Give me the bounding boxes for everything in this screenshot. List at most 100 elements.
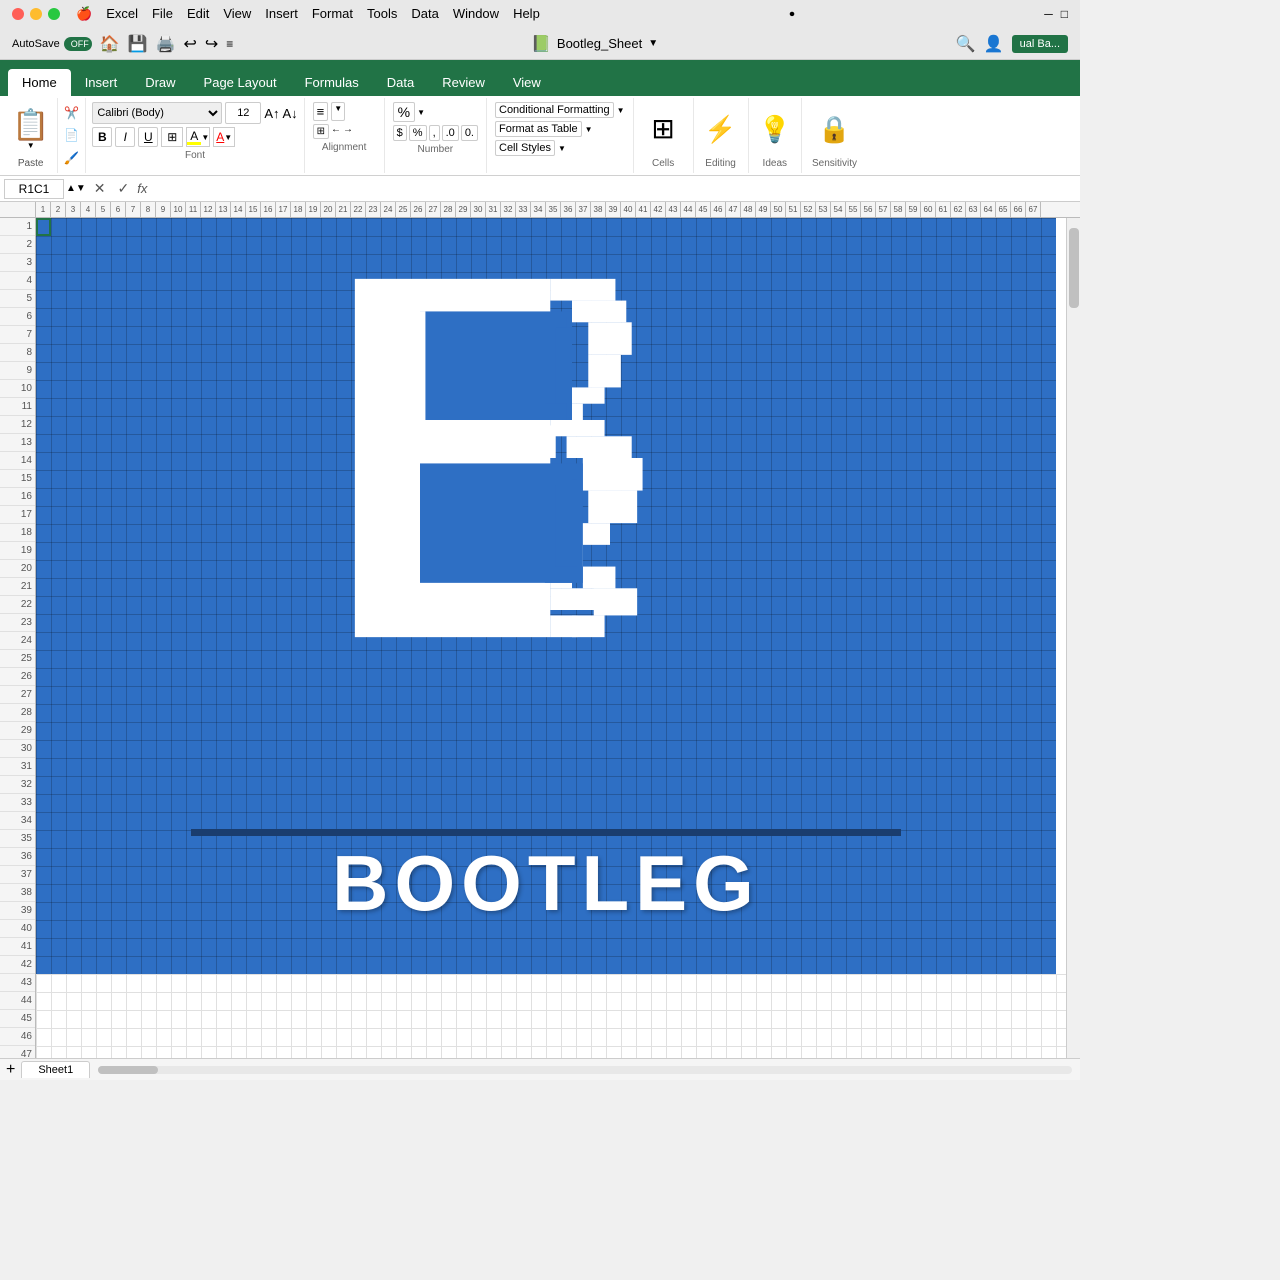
col-header-58: 58 <box>891 202 906 217</box>
editing-button[interactable]: ⚡ <box>704 102 736 156</box>
cut-button[interactable]: ✂️ <box>64 106 79 120</box>
cell-styles-button[interactable]: Cell Styles <box>495 140 555 156</box>
col-header-63: 63 <box>966 202 981 217</box>
doc-title: Bootleg_Sheet <box>557 36 642 51</box>
scrollbar-thumb-v[interactable] <box>1069 228 1079 308</box>
apple-menu[interactable]: 🍎 <box>76 6 92 22</box>
file-menu[interactable]: File <box>152 6 173 22</box>
autosave-toggle[interactable]: AutoSave OFF <box>12 37 92 51</box>
paste-dropdown-arrow[interactable]: ▼ <box>27 141 35 150</box>
sensitivity-button[interactable]: 🔒 <box>818 102 850 156</box>
col-header-6: 6 <box>111 202 126 217</box>
col-header-56: 56 <box>861 202 876 217</box>
row-col-header-corner[interactable] <box>0 202 36 217</box>
increase-decimal[interactable]: .0 <box>442 125 459 141</box>
ideas-button[interactable]: 💡 <box>759 102 791 156</box>
selected-cell[interactable] <box>36 218 51 236</box>
help-menu[interactable]: Help <box>513 6 540 22</box>
copy-button[interactable]: 📄 <box>64 128 79 142</box>
cs-dropdown[interactable]: ▼ <box>558 144 566 153</box>
minimize-icon[interactable]: ─ <box>1044 7 1053 21</box>
cancel-formula-button[interactable]: ✕ <box>90 180 110 197</box>
decrease-decimal[interactable]: 0. <box>461 125 478 141</box>
fill-color-button[interactable]: A ▼ <box>186 127 210 147</box>
tab-formulas[interactable]: Formulas <box>291 69 373 96</box>
tab-home[interactable]: Home <box>8 69 71 96</box>
save-icon[interactable]: 💾 <box>128 34 148 54</box>
row-header-10: 10 <box>0 380 35 398</box>
format-menu[interactable]: Format <box>312 6 353 22</box>
data-menu[interactable]: Data <box>411 6 438 22</box>
border-button[interactable]: ⊞ <box>161 127 183 147</box>
customize-icon[interactable]: ≡ <box>226 37 233 51</box>
view-menu[interactable]: View <box>223 6 251 22</box>
row-header-35: 35 <box>0 830 35 848</box>
number-dropdown[interactable]: ▼ <box>417 108 425 117</box>
tab-draw[interactable]: Draw <box>131 69 189 96</box>
grid-area[interactable]: BOOTLEG <box>36 218 1066 1058</box>
maximize-button[interactable] <box>48 8 60 20</box>
format-painter-button[interactable]: 🖌️ <box>64 151 79 165</box>
tab-insert[interactable]: Insert <box>71 69 132 96</box>
formula-input[interactable] <box>151 181 1076 196</box>
home-icon[interactable]: 🏠 <box>100 34 120 54</box>
horizontal-scrollbar[interactable] <box>98 1066 1072 1074</box>
col-header-49: 49 <box>756 202 771 217</box>
redo-icon[interactable]: ↪ <box>205 34 218 54</box>
increase-font-button[interactable]: A↑ <box>264 106 279 121</box>
print-icon[interactable]: 🖨️ <box>156 34 176 54</box>
indent-button[interactable]: ← <box>331 124 341 139</box>
cells-group-icon[interactable]: ⊞ <box>651 102 674 155</box>
underline-button[interactable]: U <box>138 127 158 147</box>
undo-icon[interactable]: ↩ <box>183 34 196 54</box>
format-table-button[interactable]: Format as Table <box>495 121 582 137</box>
sheet-tab-active[interactable]: Sheet1 <box>21 1061 90 1078</box>
insert-menu[interactable]: Insert <box>265 6 298 22</box>
tab-data[interactable]: Data <box>373 69 428 96</box>
share-button[interactable]: ual Ba... <box>1012 35 1068 53</box>
excel-menu[interactable]: Excel <box>106 6 138 22</box>
currency-button[interactable]: $ <box>393 125 407 141</box>
account-icon[interactable]: 👤 <box>984 34 1004 54</box>
cell-reference-input[interactable] <box>4 179 64 199</box>
row-header-25: 25 <box>0 650 35 668</box>
autosave-switch[interactable]: OFF <box>64 37 92 51</box>
row-header-21: 21 <box>0 578 35 596</box>
paste-button[interactable]: 📋 ▼ <box>12 102 49 158</box>
ft-dropdown[interactable]: ▼ <box>585 125 593 134</box>
font-color-button[interactable]: A ▼ <box>213 127 235 147</box>
outdent-button[interactable]: → <box>343 124 353 139</box>
scrollbar-thumb-h[interactable] <box>98 1066 158 1074</box>
number-format-button[interactable]: % <box>393 102 415 122</box>
cf-dropdown[interactable]: ▼ <box>617 106 625 115</box>
minimize-button[interactable] <box>30 8 42 20</box>
search-button[interactable]: 🔍 <box>956 34 976 54</box>
tools-menu[interactable]: Tools <box>367 6 397 22</box>
vertical-scrollbar[interactable] <box>1066 218 1080 1058</box>
comma-button[interactable]: , <box>429 125 440 141</box>
window-menu[interactable]: Window <box>453 6 499 22</box>
merge-center-button[interactable]: ⊞ <box>313 124 329 139</box>
col-header-47: 47 <box>726 202 741 217</box>
cell-ref-expand[interactable]: ▲▼ <box>66 183 86 194</box>
edit-menu[interactable]: Edit <box>187 6 209 22</box>
tab-review[interactable]: Review <box>428 69 499 96</box>
confirm-formula-button[interactable]: ✓ <box>114 180 134 197</box>
italic-button[interactable]: I <box>115 127 135 147</box>
tab-view[interactable]: View <box>499 69 555 96</box>
fullscreen-icon[interactable]: □ <box>1061 7 1068 21</box>
percent-button[interactable]: % <box>409 125 427 141</box>
add-sheet-button[interactable]: + <box>0 1061 21 1079</box>
tab-page-layout[interactable]: Page Layout <box>190 69 291 96</box>
conditional-formatting-button[interactable]: Conditional Formatting <box>495 102 614 118</box>
font-family-select[interactable]: Calibri (Body) <box>92 102 222 124</box>
align-left-button[interactable]: ≡ <box>313 102 329 121</box>
align-dropdown[interactable]: ▼ <box>331 102 345 121</box>
close-button[interactable] <box>12 8 24 20</box>
font-size-input[interactable] <box>225 102 261 124</box>
col-header-62: 62 <box>951 202 966 217</box>
bold-button[interactable]: B <box>92 127 112 147</box>
row-header-5: 5 <box>0 290 35 308</box>
row-header-43: 43 <box>0 974 35 992</box>
decrease-font-button[interactable]: A↓ <box>282 106 297 121</box>
